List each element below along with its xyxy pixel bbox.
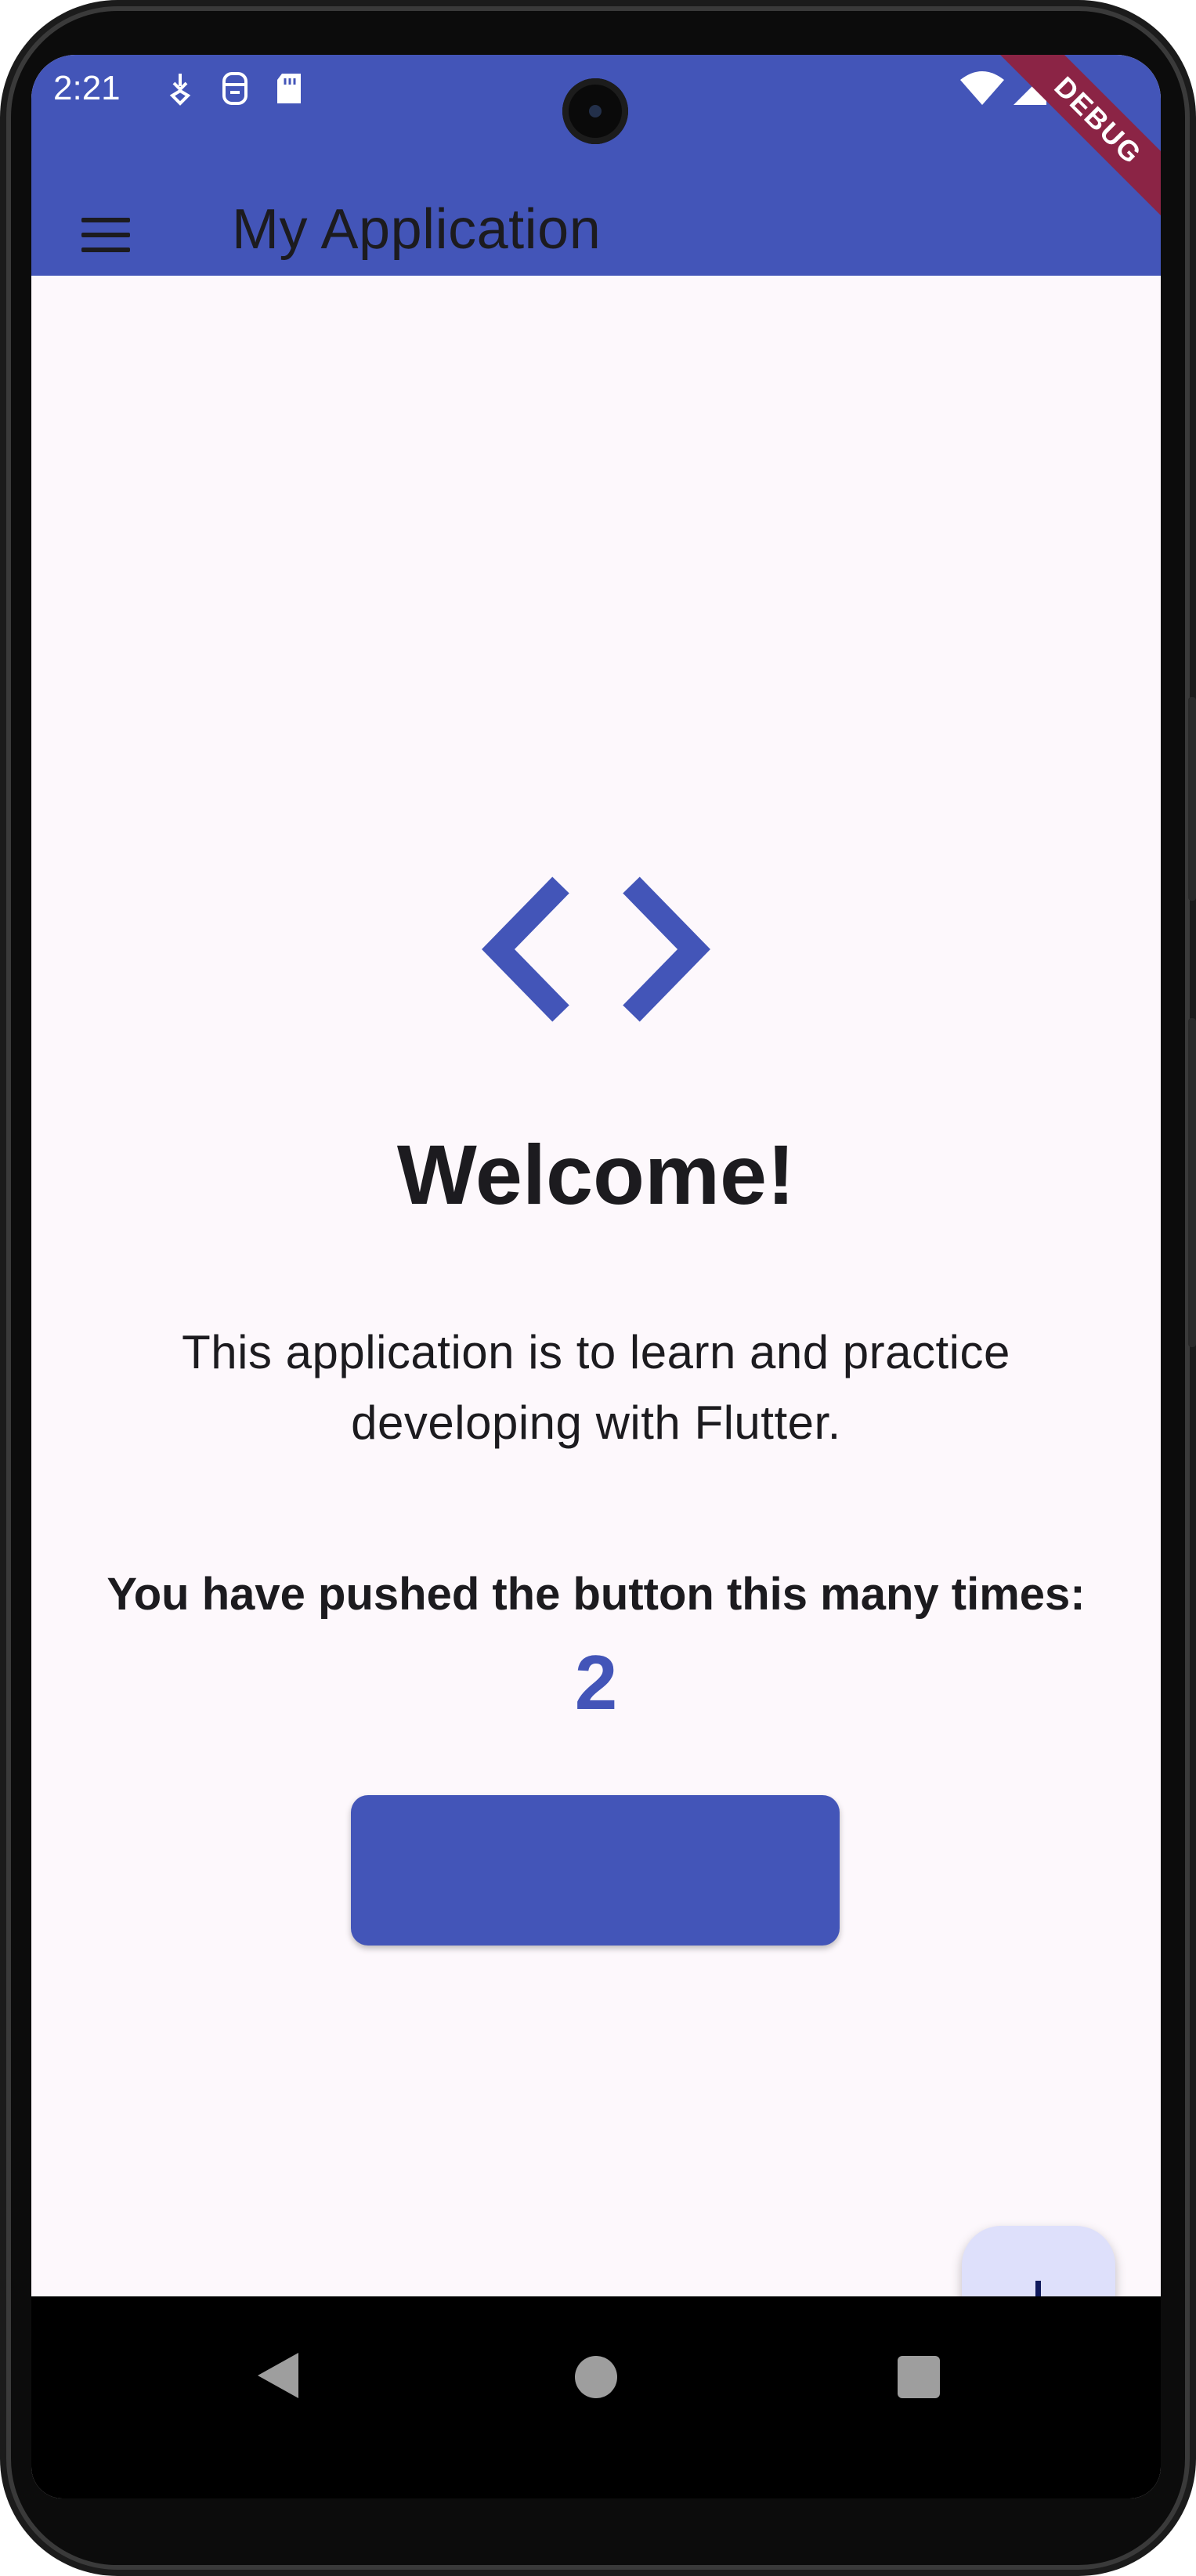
navigation-bar <box>31 2296 1161 2498</box>
app-bar: 2:21 My Application DEBUG <box>31 55 1161 276</box>
wifi-icon <box>960 71 1004 105</box>
screen: 2:21 My Application DEBUG Welcome! This … <box>31 55 1161 2498</box>
sim-icon <box>222 72 248 105</box>
code-icon <box>482 876 710 1022</box>
front-camera <box>562 78 628 144</box>
recent-square-icon[interactable] <box>898 2356 940 2398</box>
sd-card-icon <box>277 74 301 103</box>
home-circle-icon[interactable] <box>575 2356 617 2398</box>
menu-icon[interactable] <box>78 211 133 258</box>
app-description: This application is to learn and practic… <box>182 1326 1010 1449</box>
phone-frame: 2:21 My Application DEBUG Welcome! This … <box>0 0 1196 2576</box>
primary-button[interactable] <box>351 1795 840 1946</box>
status-time: 2:21 <box>53 69 121 107</box>
notification-icon <box>169 74 191 106</box>
counter-label: You have pushed the button this many tim… <box>107 1569 1086 1620</box>
counter-value: 2 <box>574 1639 618 1725</box>
power-button <box>1188 697 1196 901</box>
main-content: Welcome! This application is to learn an… <box>31 276 1161 2379</box>
welcome-heading: Welcome! <box>396 1127 796 1222</box>
back-triangle-icon[interactable] <box>255 2351 302 2400</box>
app-title: My Application <box>232 198 602 261</box>
volume-button <box>1188 1018 1196 1347</box>
